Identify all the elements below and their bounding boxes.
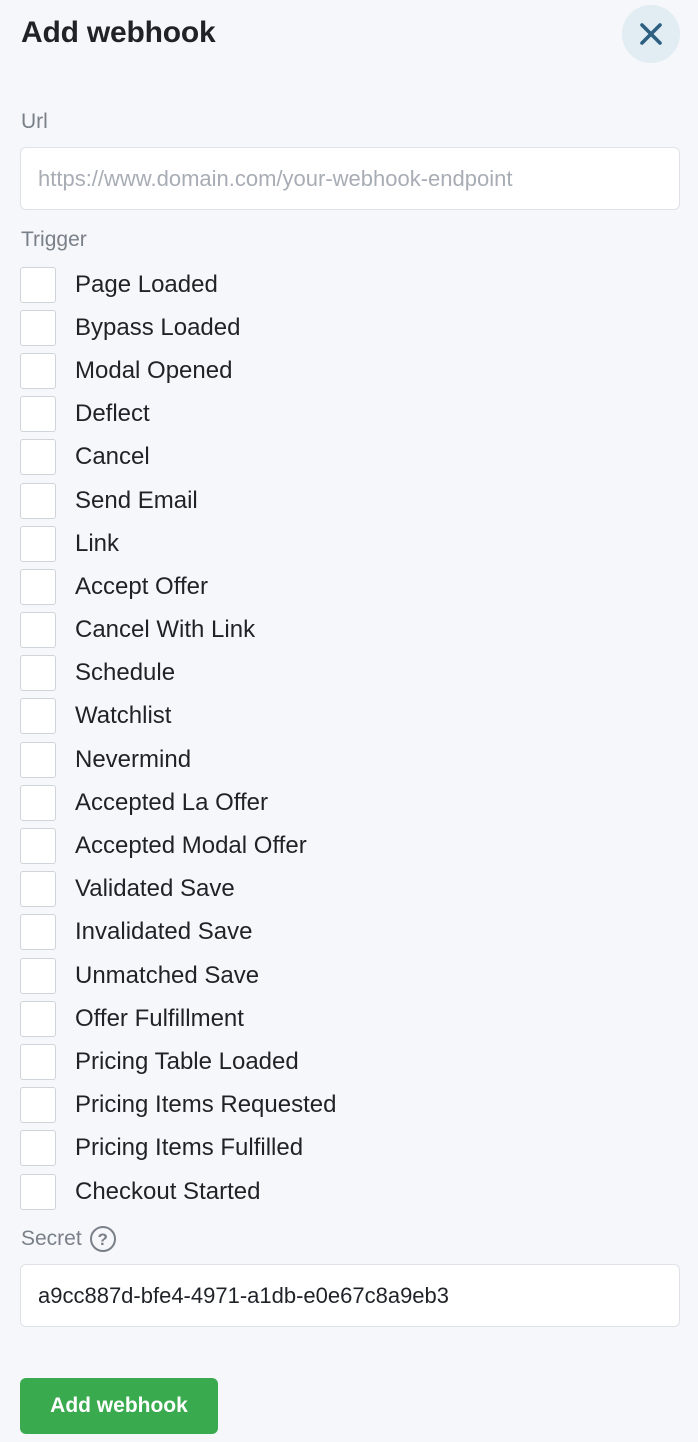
trigger-checkbox[interactable] — [20, 309, 56, 346]
trigger-item[interactable]: Offer Fulfillment — [20, 997, 680, 1040]
trigger-checkbox[interactable] — [20, 1043, 56, 1080]
trigger-checkbox[interactable] — [20, 525, 56, 562]
trigger-checkbox[interactable] — [20, 914, 56, 951]
secret-input[interactable] — [20, 1264, 680, 1327]
trigger-item-label: Schedule — [75, 659, 176, 687]
trigger-item-label: Send Email — [75, 486, 198, 514]
trigger-item[interactable]: Pricing Items Requested — [20, 1084, 680, 1127]
trigger-checkbox[interactable] — [20, 1087, 56, 1124]
trigger-checkbox[interactable] — [20, 352, 56, 389]
trigger-item[interactable]: Cancel With Link — [20, 609, 680, 652]
trigger-checkbox[interactable] — [20, 741, 56, 778]
trigger-item[interactable]: Cancel — [20, 436, 680, 479]
trigger-checkbox[interactable] — [20, 1130, 56, 1167]
trigger-item-label: Cancel With Link — [75, 616, 256, 644]
trigger-checkbox[interactable] — [20, 1173, 56, 1210]
url-label: Url — [21, 110, 48, 133]
trigger-item-label: Bypass Loaded — [75, 313, 241, 341]
add-webhook-panel: Add webhook Url Trigger Page Loaded Bypas… — [0, 0, 698, 1442]
trigger-item[interactable]: Invalidated Save — [20, 911, 680, 954]
trigger-item-label: Pricing Table Loaded — [75, 1047, 299, 1075]
trigger-item[interactable]: Schedule — [20, 652, 680, 695]
url-input[interactable] — [20, 147, 680, 210]
trigger-item-label: Checkout Started — [75, 1177, 261, 1205]
trigger-checkbox[interactable] — [20, 957, 56, 994]
trigger-item-label: Pricing Items Requested — [75, 1091, 337, 1119]
trigger-item[interactable]: Checkout Started — [20, 1170, 680, 1213]
trigger-item[interactable]: Watchlist — [20, 695, 680, 738]
trigger-item-label: Nevermind — [75, 745, 192, 773]
trigger-checkbox[interactable] — [20, 396, 56, 433]
trigger-item[interactable]: Validated Save — [20, 868, 680, 911]
trigger-checkbox[interactable] — [20, 266, 56, 303]
secret-label: Secret — [21, 1227, 82, 1250]
trigger-checkbox[interactable] — [20, 568, 56, 605]
trigger-item[interactable]: Accept Offer — [20, 565, 680, 608]
trigger-item-label: Accept Offer — [75, 572, 208, 600]
help-icon[interactable]: ? — [89, 1226, 116, 1252]
trigger-item-label: Offer Fulfillment — [75, 1004, 244, 1032]
trigger-item-label: Deflect — [75, 400, 150, 428]
trigger-item[interactable]: Page Loaded — [20, 263, 680, 306]
trigger-item[interactable]: Bypass Loaded — [20, 306, 680, 349]
trigger-item-label: Accepted Modal Offer — [75, 832, 307, 860]
page-title: Add webhook — [21, 16, 216, 49]
trigger-item[interactable]: Accepted La Offer — [20, 781, 680, 824]
trigger-item-label: Pricing Items Fulfilled — [75, 1134, 304, 1162]
trigger-list: Page Loaded Bypass Loaded Modal Opened Defl… — [20, 263, 680, 1213]
trigger-item-label: Validated Save — [75, 875, 235, 903]
trigger-checkbox[interactable] — [20, 698, 56, 735]
trigger-item[interactable]: Nevermind — [20, 738, 680, 781]
trigger-checkbox[interactable] — [20, 828, 56, 865]
trigger-checkbox[interactable] — [20, 482, 56, 519]
trigger-label: Trigger — [21, 228, 87, 251]
trigger-item-label: Watchlist — [75, 702, 172, 730]
close-button[interactable] — [622, 5, 680, 63]
trigger-item[interactable]: Unmatched Save — [20, 954, 680, 997]
trigger-item-label: Cancel — [75, 443, 150, 471]
trigger-checkbox[interactable] — [20, 655, 56, 692]
secret-label-row: Secret ? — [21, 1226, 116, 1252]
trigger-item-label: Page Loaded — [75, 270, 218, 298]
trigger-item[interactable]: Pricing Table Loaded — [20, 1040, 680, 1083]
trigger-item[interactable]: Link — [20, 522, 680, 565]
trigger-checkbox[interactable] — [20, 439, 56, 476]
trigger-item[interactable]: Pricing Items Fulfilled — [20, 1127, 680, 1170]
trigger-item-label: Link — [75, 529, 120, 557]
trigger-item[interactable]: Accepted Modal Offer — [20, 824, 680, 867]
trigger-item-label: Modal Opened — [75, 356, 233, 384]
trigger-item[interactable]: Modal Opened — [20, 349, 680, 392]
trigger-item-label: Accepted La Offer — [75, 788, 269, 816]
trigger-checkbox[interactable] — [20, 784, 56, 821]
close-icon — [640, 23, 662, 45]
trigger-item[interactable]: Deflect — [20, 393, 680, 436]
trigger-checkbox[interactable] — [20, 612, 56, 649]
trigger-item-label: Invalidated Save — [75, 918, 253, 946]
trigger-checkbox[interactable] — [20, 871, 56, 908]
trigger-item[interactable]: Send Email — [20, 479, 680, 522]
trigger-item-label: Unmatched Save — [75, 961, 260, 989]
add-webhook-button[interactable]: Add webhook — [20, 1378, 218, 1434]
trigger-checkbox[interactable] — [20, 1000, 56, 1037]
